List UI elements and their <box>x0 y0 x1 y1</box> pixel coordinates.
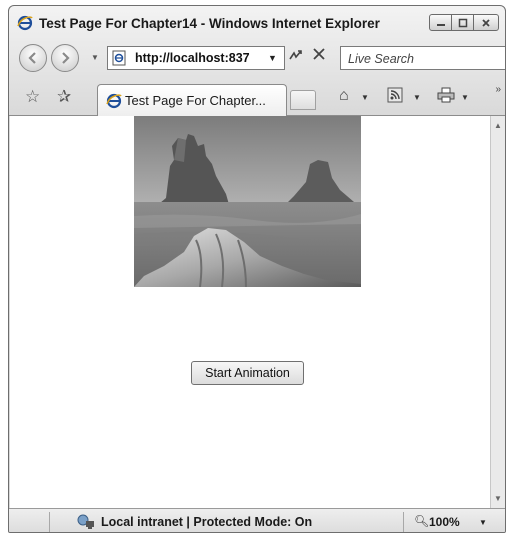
status-divider <box>49 512 50 532</box>
tab-test-page[interactable]: Test Page For Chapter... <box>97 84 287 116</box>
search-input[interactable]: Live Search <box>348 52 414 66</box>
title-bar: Test Page For Chapter14 - Windows Intern… <box>9 6 505 40</box>
address-url: http://localhost:837 <box>135 51 250 65</box>
stop-icon <box>313 48 325 60</box>
forward-icon <box>62 52 70 64</box>
feeds-icon[interactable] <box>387 87 403 108</box>
print-icon[interactable] <box>437 87 455 108</box>
minimize-button[interactable] <box>429 14 452 31</box>
status-divider <box>403 512 404 532</box>
zoom-dropdown-icon[interactable]: ▼ <box>479 518 487 527</box>
zoom-level[interactable]: 100% <box>429 515 460 529</box>
ie-icon <box>17 15 33 31</box>
refresh-button[interactable] <box>285 48 307 68</box>
refresh-icon <box>289 50 302 60</box>
caption-buttons <box>429 14 499 31</box>
more-commands-icon[interactable]: » <box>495 84 501 95</box>
print-dropdown-icon[interactable]: ▼ <box>461 93 469 102</box>
recent-pages-dropdown[interactable]: ▼ <box>91 53 99 62</box>
search-box[interactable]: Live Search <box>340 46 505 70</box>
forward-button[interactable] <box>51 44 79 72</box>
status-bar: Local intranet | Protected Mode: On 🔍︎ 1… <box>9 508 505 532</box>
back-button[interactable] <box>19 44 47 72</box>
scroll-down-icon[interactable]: ▼ <box>494 494 502 503</box>
print-glyph <box>437 87 455 103</box>
favorites-star-icon[interactable]: ☆ <box>25 87 40 107</box>
new-tab-button[interactable] <box>290 90 316 110</box>
page-content: Start Animation <box>10 116 490 508</box>
start-animation-button[interactable]: Start Animation <box>191 361 304 385</box>
address-dropdown-icon[interactable]: ▼ <box>268 53 277 63</box>
home-icon[interactable]: ⌂ <box>339 87 349 105</box>
security-zone[interactable]: Local intranet | Protected Mode: On <box>101 515 312 529</box>
back-icon <box>28 52 36 64</box>
home-dropdown-icon[interactable]: ▼ <box>361 93 369 102</box>
browser-window: Test Page For Chapter14 - Windows Intern… <box>8 5 506 533</box>
vertical-scrollbar[interactable]: ▲ ▼ <box>490 116 505 508</box>
tab-label: Test Page For Chapter... <box>125 93 266 108</box>
close-button[interactable] <box>473 14 499 31</box>
maximize-icon <box>458 18 467 27</box>
address-bar[interactable]: http://localhost:837 ▼ <box>107 46 285 70</box>
navigation-bar: ▼ http://localhost:837 ▼ Live Search <box>9 40 505 78</box>
feeds-dropdown-icon[interactable]: ▼ <box>413 93 421 102</box>
stop-button[interactable] <box>308 46 330 68</box>
ie-icon <box>106 93 122 109</box>
tab-bar: ☆ ✰ Test Page For Chapter... ⌂ ▼ ▼ ▼ » <box>9 78 505 116</box>
maximize-button[interactable] <box>451 14 474 31</box>
window-title: Test Page For Chapter14 - Windows Intern… <box>39 16 380 31</box>
minimize-icon <box>436 23 445 26</box>
close-icon <box>482 18 490 27</box>
page-icon <box>112 50 126 66</box>
zoom-icon: 🔍︎ <box>414 514 430 528</box>
monument-valley-image <box>134 116 361 287</box>
add-favorites-icon[interactable]: ✰ <box>57 87 71 107</box>
feeds-glyph <box>387 87 403 103</box>
intranet-icon <box>77 514 94 529</box>
scroll-up-icon[interactable]: ▲ <box>494 121 502 130</box>
